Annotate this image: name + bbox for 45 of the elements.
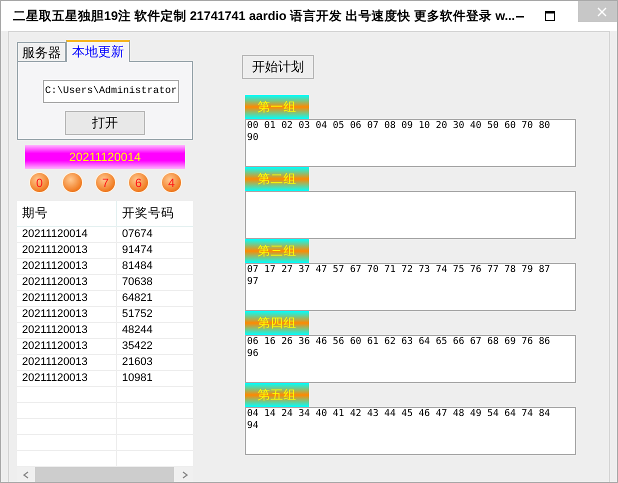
scroll-thumb[interactable]	[35, 467, 174, 482]
path-field[interactable]: C:\Users\Administrator	[43, 80, 179, 103]
number-text-box[interactable]: 07 17 27 37 47 57 67 70 71 72 73 74 75 76 77 78 79 87 97	[245, 263, 576, 311]
table-cell-text: 91474	[121, 243, 154, 258]
table-cell-text: 35422	[121, 339, 154, 354]
table-cell: 20211120013	[17, 243, 117, 258]
group-label: 第四组	[245, 311, 309, 335]
tab[interactable]: 本地更新	[66, 40, 130, 62]
start-plan-button[interactable]: 开始计划	[242, 55, 314, 79]
group-label: 第二组	[245, 167, 309, 191]
table-cell: 20211120013	[17, 371, 117, 386]
number-text-box[interactable]	[245, 191, 576, 239]
table-cell: 20211120013	[17, 323, 117, 338]
group-label: 第五组	[245, 383, 309, 407]
close-icon	[596, 6, 607, 16]
group-label: 第三组	[245, 239, 309, 263]
table-cell: 20211120013	[17, 275, 117, 290]
close-button[interactable]	[578, 1, 617, 22]
table-cell-text: 81484	[121, 259, 154, 274]
column-header[interactable]: 期号	[17, 201, 117, 226]
table-cell-text: 51752	[121, 307, 154, 322]
issue-banner: 20211120014	[25, 145, 185, 169]
group-label: 第一组	[245, 95, 309, 119]
tab[interactable]: 服务器	[17, 42, 66, 61]
table-cell: 20211120013	[17, 307, 117, 322]
table-cell-text: 48244	[121, 323, 154, 338]
table-cell-text: 10981	[121, 371, 154, 386]
table-cell: 20211120013	[17, 259, 117, 274]
window-title: 二星取五星独胆19注 软件定制 21741741 aardio 语言开发 出号速度快 更多软件登录 w...	[13, 8, 516, 25]
maximize-icon[interactable]	[545, 11, 556, 21]
table-cell-text: 07674	[121, 227, 154, 242]
table-cell: 20211120013	[17, 339, 117, 354]
table-cell: 20211120013	[17, 291, 117, 306]
table-cell: 20211120013	[17, 355, 117, 370]
table-cell-text: 70638	[121, 275, 154, 290]
scroll-left-icon[interactable]	[23, 470, 29, 478]
table-cell-text: 64821	[121, 291, 154, 306]
number-text-box[interactable]: 04 14 24 34 40 41 42 43 44 45 46 47 48 49 54 64 74 84 94	[245, 407, 576, 455]
open-button[interactable]: 打开	[65, 111, 145, 135]
number-text-box[interactable]: 06 16 26 36 46 56 60 61 62 63 64 65 66 67 68 69 76 86 96	[245, 335, 576, 383]
table-cell: 20211120014	[17, 227, 117, 242]
column-header[interactable]: 开奖号码	[117, 201, 193, 226]
table-cell-text: 21603	[121, 355, 154, 370]
number-text-box[interactable]: 00 01 02 03 04 05 06 07 08 09 10 20 30 40 50 60 70 80 90	[245, 119, 576, 167]
scroll-right-icon[interactable]	[182, 470, 188, 478]
